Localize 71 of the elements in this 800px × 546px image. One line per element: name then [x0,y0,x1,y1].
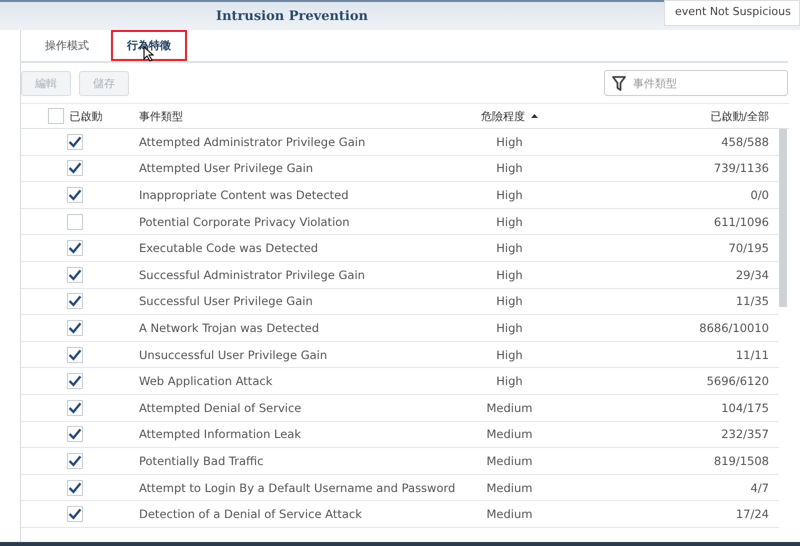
table-cell: Successful Administrator Privilege Gain [129,262,456,289]
sort-ascending-icon [531,114,538,118]
table-cell: 4/7 [563,474,779,502]
table-cell: Medium [456,422,563,448]
row-checkbox[interactable] [67,320,83,336]
tooltip: event Not Suspicious [664,0,800,26]
scrollbar-thumb[interactable] [779,129,787,307]
row-checkbox[interactable] [67,400,83,416]
column-header: 事件類型 [139,108,183,124]
column-header: 危險程度 [481,108,525,124]
table-cell: Medium [456,474,563,502]
table-cell: Attempted Information Leak [129,422,456,448]
row-checkbox[interactable] [67,346,83,363]
table-cell: A Network Trojan was Detected [129,315,456,342]
table-cell: 17/24 [563,501,779,528]
table-cell: Potential Corporate Privacy Violation [129,208,456,236]
table-cell: 8686/10010 [563,315,779,342]
table-cell: Medium [456,394,563,422]
table-cell: 739/1136 [563,156,779,182]
table-cell: Attempted User Privilege Gain [129,156,456,182]
table-cell: Medium [456,448,563,475]
search-field[interactable]: 事件類型 [604,70,788,96]
table-cell: High [456,342,563,368]
table-cell: 611/1096 [563,208,779,236]
row-checkbox[interactable] [67,426,83,442]
row-checkbox[interactable] [67,480,83,496]
table-cell: High [456,208,563,236]
table-cell: Attempted Administrator Privilege Gain [129,129,456,156]
row-checkbox[interactable] [67,160,83,176]
column-header: 已啟動 [70,108,102,124]
table-cell: Web Application Attack [129,368,456,395]
table-cell: 11/35 [563,288,779,316]
table-cell: High [456,129,563,156]
table-cell: 458/588 [563,129,779,156]
filter-icon [612,76,626,91]
table-cell: Attempted Denial of Service [129,394,456,422]
row-checkbox[interactable] [67,266,83,283]
table-cell: High [456,182,563,209]
table-cell: 5696/6120 [563,368,779,395]
select-all-checkbox[interactable] [48,108,64,124]
table-cell: Medium [456,501,563,528]
table-cell: High [456,156,563,182]
table-cell: Potentially Bad Traffic [129,448,456,475]
window-title: Intrusion Prevention [216,8,368,24]
row-checkbox[interactable] [67,373,83,390]
table-cell: 70/195 [563,235,779,262]
table-cell: 11/11 [563,342,779,368]
table-cell: High [456,235,563,262]
row-checkbox[interactable] [67,214,83,230]
table-cell: Detection of a Denial of Service Attack [129,501,456,528]
column-header: 已啟動/全部 [710,108,769,124]
table-cell: High [456,288,563,316]
row-checkbox[interactable] [67,240,83,256]
row-checkbox[interactable] [67,452,83,469]
table-cell: High [456,368,563,395]
table-cell: High [456,315,563,342]
table-cell: Inappropriate Content was Detected [129,182,456,209]
row-checkbox[interactable] [67,293,83,310]
table-cell: 29/34 [563,262,779,289]
table-cell: 0/0 [563,182,779,209]
table-cell: 232/357 [563,422,779,448]
table-cell: Successful User Privilege Gain [129,288,456,316]
table-cell: Executable Code was Detected [129,235,456,262]
table-cell: 819/1508 [563,448,779,475]
row-checkbox[interactable] [67,186,83,203]
table-cell: High [456,262,563,289]
table-cell: Attempt to Login By a Default Username and Password [129,474,456,502]
table-cell: Unsuccessful User Privilege Gain [129,342,456,368]
table-cell: 104/175 [563,394,779,422]
row-checkbox[interactable] [67,134,83,150]
row-checkbox[interactable] [67,506,83,522]
